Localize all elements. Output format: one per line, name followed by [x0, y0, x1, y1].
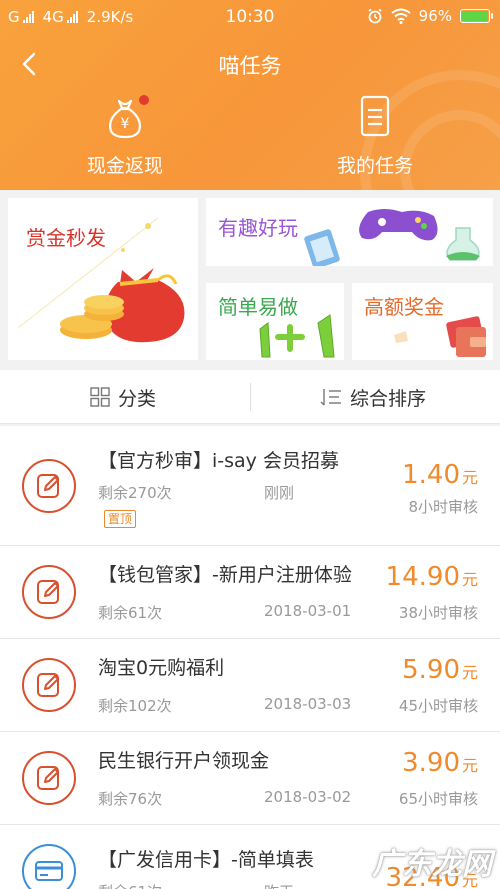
task-remaining: 剩余270次: [98, 484, 172, 502]
price-unit: 元: [461, 663, 478, 682]
status-bar: G 4G 2.9K/s 10:30 96%: [0, 0, 500, 34]
task-date: 2018-03-02: [264, 788, 352, 806]
grid-icon: [90, 387, 110, 407]
task-remaining: 剩余76次: [98, 790, 163, 808]
category-button[interactable]: 分类: [90, 370, 156, 424]
price-unit: 元: [461, 468, 478, 487]
cash-back-label: 现金返现: [86, 155, 163, 177]
my-tasks-label: 我的任务: [336, 155, 413, 177]
edit-icon: [22, 458, 76, 513]
wifi-icon: [391, 8, 411, 24]
review-time: 8小时审核: [408, 498, 478, 516]
battery-icon: [460, 9, 493, 23]
review-time: 65小时审核: [398, 790, 478, 808]
task-price: 14.90 元: [386, 562, 478, 592]
task-date: 昨天: [264, 881, 294, 889]
one-plus-one-illustration: [259, 314, 335, 358]
review-time: 45小时审核: [398, 697, 478, 715]
edit-icon: [22, 751, 76, 805]
review-time: 38小时审核: [398, 604, 478, 622]
page-title: 喵任务: [218, 54, 282, 78]
credit-card-icon: [22, 844, 76, 889]
bounty-banner[interactable]: 赏金秒发: [8, 198, 198, 360]
task-row[interactable]: 【官方秒审】i-say 会员招募 剩余270次 刚刚 置顶 1.40 元 8小时审…: [0, 426, 500, 546]
easy-banner[interactable]: 简单易做: [206, 283, 344, 360]
task-title: 【官方秒审】i-say 会员招募: [98, 450, 339, 472]
my-tasks-button[interactable]: 我的任务: [290, 93, 460, 178]
price-unit: 元: [461, 570, 478, 589]
task-date: 2018-03-01: [264, 602, 352, 620]
task-price: 3.90 元: [402, 748, 478, 778]
task-remaining: 剩余102次: [98, 697, 172, 715]
cash-back-button[interactable]: ¥ 现金返现: [40, 93, 210, 178]
header: G 4G 2.9K/s 10:30 96% 喵任务 ¥ 现金返现 我的任务: [0, 0, 500, 190]
task-remaining: 剩余61次: [98, 604, 163, 622]
task-list-icon: [351, 93, 399, 141]
task-row[interactable]: 【钱包管家】-新用户注册体验 剩余61次 2018-03-01 14.90 元 3…: [0, 546, 500, 639]
edit-icon: [22, 658, 76, 712]
price-value: 3.90: [402, 748, 460, 778]
promo-banners: 赏金秒发 有趣好玩 简单易做 高额奖金: [0, 190, 500, 368]
sort-label: 综合排序: [350, 387, 427, 410]
task-price: 5.90 元: [402, 655, 478, 685]
task-row[interactable]: 淘宝0元购福利 剩余102次 2018-03-03 5.90 元 45小时审核: [0, 639, 500, 732]
money-bag-icon: ¥: [101, 93, 149, 141]
task-list: 【官方秒审】i-say 会员招募 剩余270次 刚刚 置顶 1.40 元 8小时审…: [0, 426, 500, 889]
task-date: 2018-03-03: [264, 695, 352, 713]
task-title: 淘宝0元购福利: [98, 657, 225, 679]
task-title: 【钱包管家】-新用户注册体验: [98, 564, 352, 586]
price-value: 5.90: [402, 655, 460, 685]
battery-percent: 96%: [418, 7, 452, 25]
task-date: 刚刚: [264, 484, 295, 502]
sort-button[interactable]: 综合排序: [320, 370, 426, 424]
notification-dot: [139, 95, 149, 105]
edit-icon: [22, 565, 76, 619]
alarm-icon: [368, 8, 382, 24]
pinned-badge: 置顶: [104, 510, 137, 528]
filter-divider: [250, 383, 251, 411]
filter-bar: 分类 综合排序: [0, 370, 500, 424]
sort-icon: [320, 389, 341, 406]
task-title: 民生银行开户领现金: [98, 750, 270, 772]
bonus-banner[interactable]: 高额奖金: [352, 283, 493, 360]
category-label: 分类: [118, 387, 157, 410]
nav-bar: 喵任务: [0, 40, 500, 88]
money-bag-coins-illustration: [17, 217, 185, 343]
task-remaining: 剩余61次: [98, 881, 162, 889]
task-title: 【广发信用卡】-简单填表: [98, 849, 314, 871]
svg-text:¥: ¥: [121, 116, 130, 132]
task-price: 1.40 元: [402, 460, 478, 490]
price-value: 1.40: [402, 460, 460, 490]
fun-banner[interactable]: 有趣好玩: [206, 198, 493, 266]
watermark: 广东龙网: [372, 847, 492, 882]
gamepad-illustration: [304, 209, 480, 266]
price-value: 14.90: [385, 562, 460, 592]
task-row[interactable]: 民生银行开户领现金 剩余76次 2018-03-02 3.90 元 65小时审核: [0, 732, 500, 825]
wallet-illustration: [394, 316, 486, 357]
price-unit: 元: [461, 756, 478, 775]
